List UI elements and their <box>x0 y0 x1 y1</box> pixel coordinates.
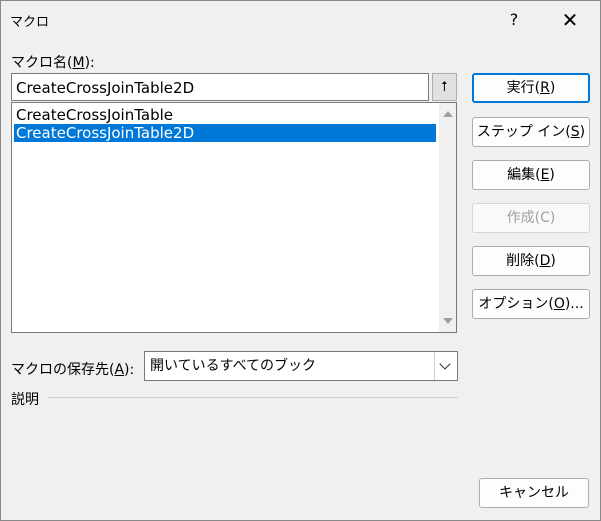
dialog-title: マクロ <box>10 15 50 30</box>
cancel-button[interactable]: キャンセル <box>479 478 589 508</box>
description-divider <box>47 397 458 398</box>
delete-button[interactable]: 削除(D) <box>472 246 590 276</box>
close-button[interactable]: ✕ <box>557 7 583 33</box>
list-item[interactable]: CreateCrossJoinTable2D <box>14 124 436 142</box>
options-button[interactable]: オプション(O)... <box>472 289 590 319</box>
collapse-button[interactable]: ⭡ <box>432 73 457 101</box>
location-select[interactable]: 開いているすべてのブック <box>144 351 458 381</box>
location-value: 開いているすべてのブック <box>150 358 317 374</box>
scroll-down-icon[interactable] <box>443 318 453 324</box>
scroll-up-icon[interactable] <box>443 111 453 117</box>
up-arrow-icon: ⭡ <box>441 79 448 95</box>
dropdown-button[interactable] <box>434 352 457 380</box>
step-in-button[interactable]: ステップ イン(S) <box>472 117 590 147</box>
macro-list[interactable]: CreateCrossJoinTable CreateCrossJoinTabl… <box>11 102 457 333</box>
macro-dialog: マクロ ? ✕ マクロ名(M): CreateCrossJoinTable2D … <box>0 0 601 521</box>
title-bar: マクロ ? ✕ <box>1 1 600 39</box>
help-button[interactable]: ? <box>501 7 527 33</box>
edit-button[interactable]: 編集(E) <box>472 160 590 190</box>
macro-name-label: マクロ名(M): <box>11 55 95 71</box>
vertical-scrollbar[interactable] <box>439 103 456 332</box>
description-label: 説明 <box>11 392 39 408</box>
create-button: 作成(C) <box>472 203 590 233</box>
list-item[interactable]: CreateCrossJoinTable <box>14 106 436 124</box>
location-label: マクロの保存先(A): <box>11 362 135 378</box>
macro-name-input[interactable]: CreateCrossJoinTable2D <box>11 73 429 101</box>
run-button[interactable]: 実行(R) <box>472 73 590 103</box>
chevron-down-icon <box>439 358 451 370</box>
